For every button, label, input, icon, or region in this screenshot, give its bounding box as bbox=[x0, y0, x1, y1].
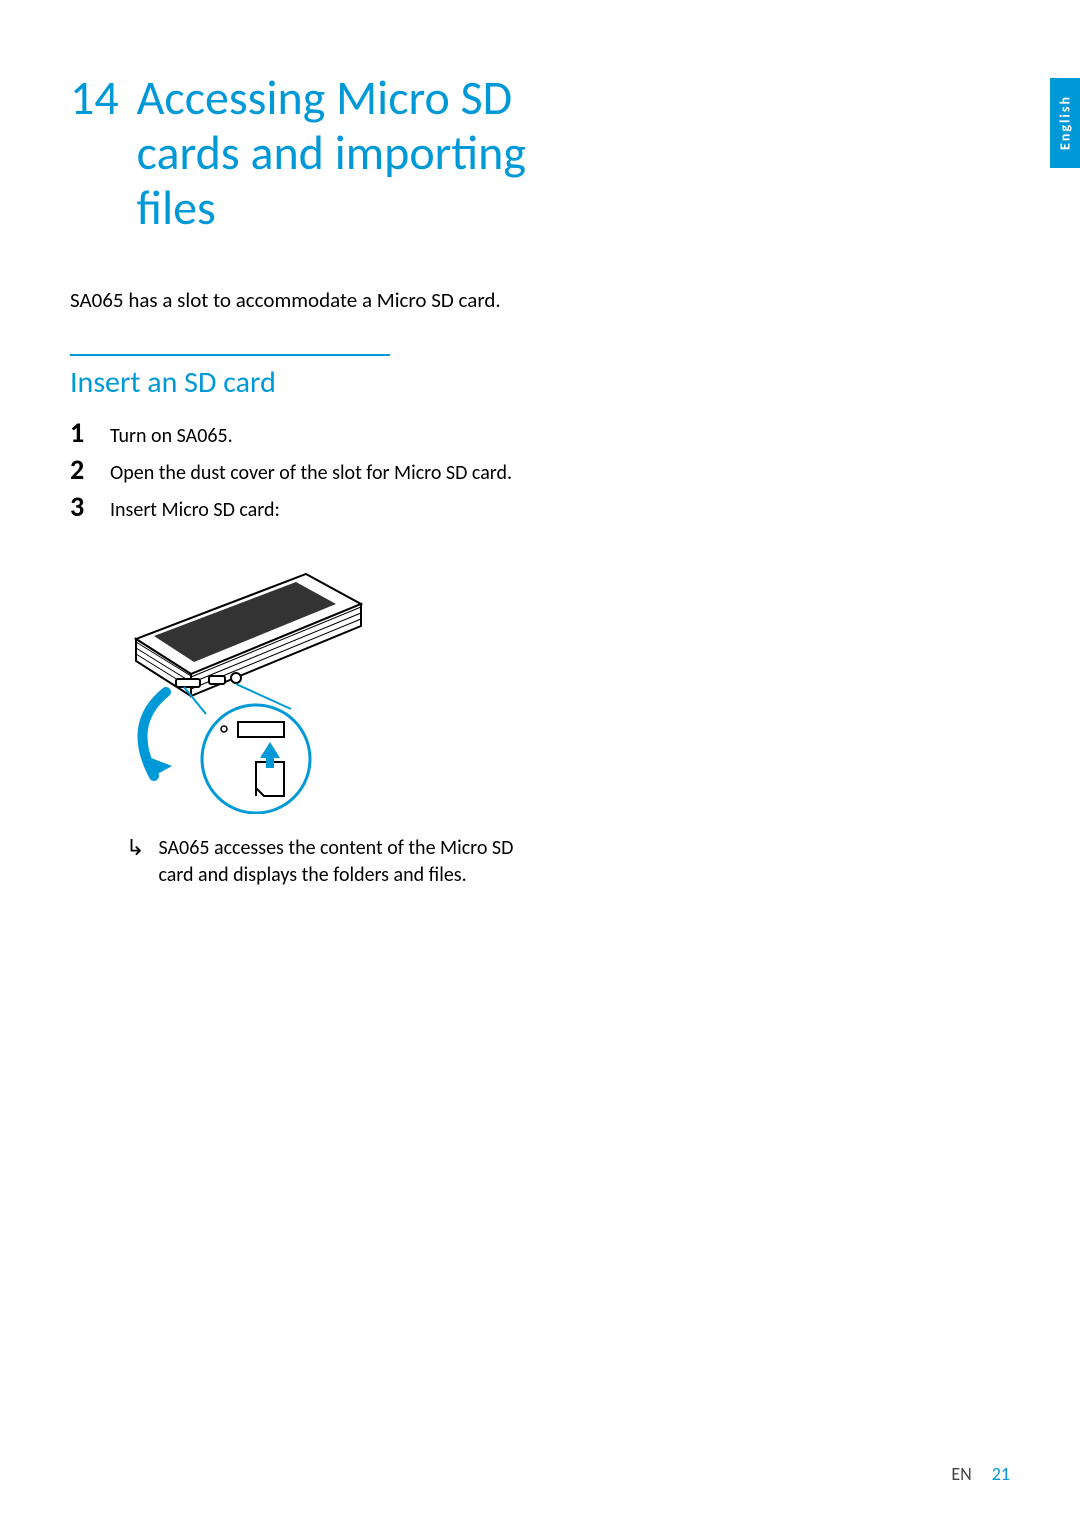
device-sd-diagram-icon bbox=[106, 544, 376, 814]
section-divider bbox=[70, 354, 390, 356]
result-arrow-icon: ↳ bbox=[126, 835, 144, 889]
result-text: SA065 accesses the content of the Micro … bbox=[158, 835, 526, 889]
intro-paragraph: SA065 has a slot to accommodate a Micro … bbox=[70, 286, 510, 314]
step-list: 1 Turn on SA065. 2 Open the dust cover o… bbox=[70, 419, 530, 524]
step-number: 2 bbox=[70, 456, 92, 484]
result-note: ↳ SA065 accesses the content of the Micr… bbox=[126, 835, 526, 889]
list-item: 2 Open the dust cover of the slot for Mi… bbox=[70, 456, 530, 487]
language-tab: English bbox=[1050, 78, 1080, 168]
footer-lang: EN bbox=[951, 1463, 971, 1485]
chapter-heading: 14 Accessing Micro SD cards and importin… bbox=[70, 70, 530, 236]
chapter-number: 14 bbox=[70, 70, 119, 236]
manual-page: English 14 Accessing Micro SD cards and … bbox=[0, 0, 1080, 1527]
step-number: 3 bbox=[70, 493, 92, 521]
sd-card-illustration bbox=[106, 544, 1010, 819]
step-text: Open the dust cover of the slot for Micr… bbox=[110, 456, 512, 487]
footer-page-number: 21 bbox=[992, 1463, 1010, 1485]
step-number: 1 bbox=[70, 419, 92, 447]
page-footer: EN 21 bbox=[951, 1463, 1010, 1485]
step-text: Turn on SA065. bbox=[110, 419, 233, 450]
chapter-title: Accessing Micro SD cards and importing f… bbox=[137, 70, 530, 236]
step-text: Insert Micro SD card: bbox=[110, 493, 280, 524]
list-item: 1 Turn on SA065. bbox=[70, 419, 530, 450]
section-heading: Insert an SD card bbox=[70, 364, 1010, 401]
list-item: 3 Insert Micro SD card: bbox=[70, 493, 530, 524]
